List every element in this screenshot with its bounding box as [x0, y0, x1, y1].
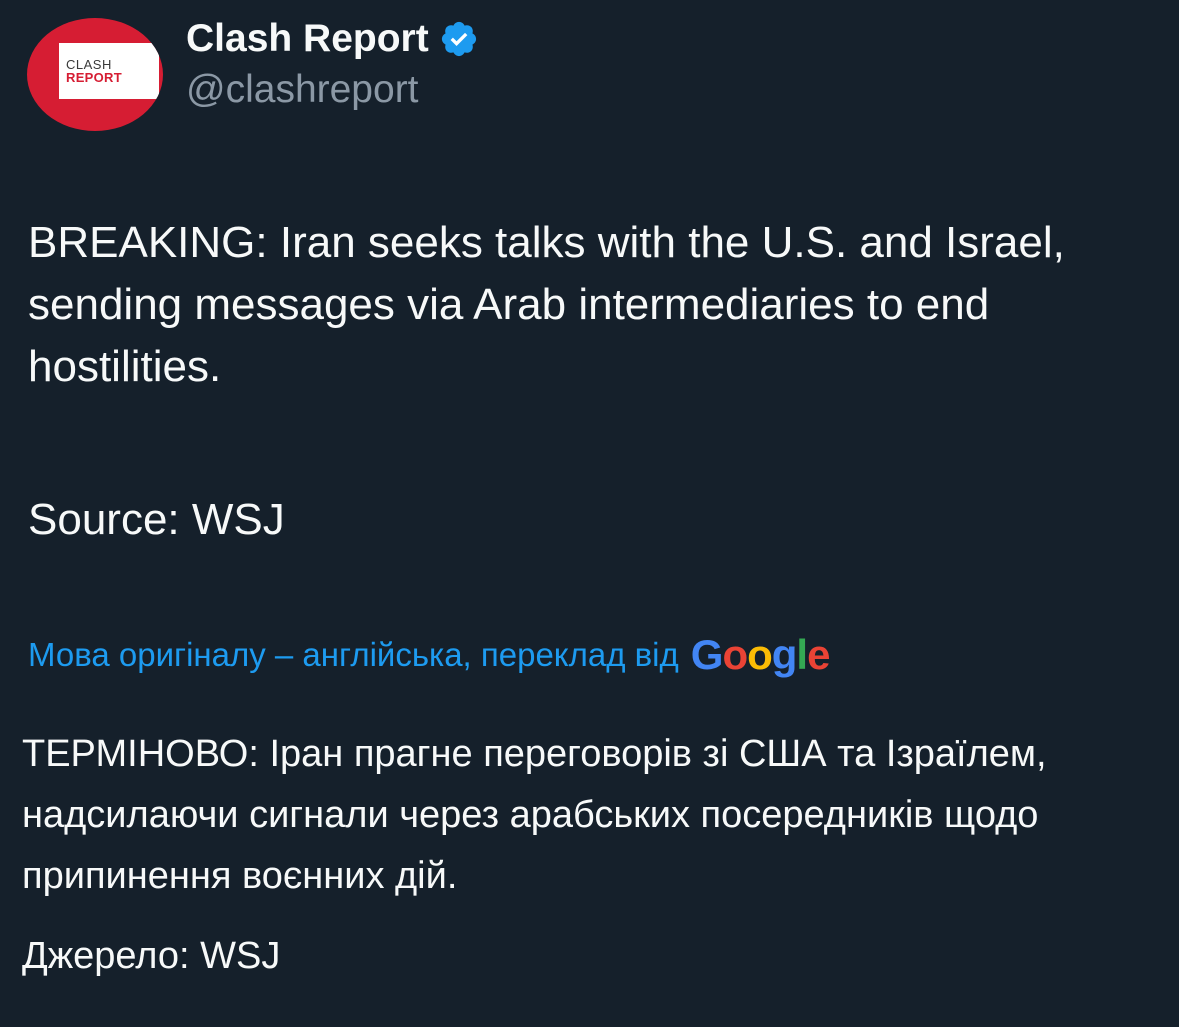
verified-badge-icon[interactable]: [439, 19, 479, 59]
google-logo-letter: G: [690, 631, 724, 678]
google-logo-letter: g: [771, 631, 798, 678]
google-logo-letter: o: [747, 631, 773, 678]
avatar-logo-line2: REPORT: [66, 69, 122, 85]
translation-note: Мова оригіналу – англійська, переклад ві…: [28, 636, 679, 673]
translated-text: ТЕРМІНОВО: Іран прагне переговорів зі СШ…: [22, 733, 1047, 897]
google-logo-letter: e: [807, 631, 830, 678]
tweet-source: Source: WSJ: [28, 495, 285, 544]
google-logo-letter: l: [796, 631, 808, 678]
google-logo: Google: [690, 631, 831, 679]
translated-source: Джерело: WSJ: [22, 935, 281, 977]
avatar-logo: CLASH REPORT: [59, 43, 159, 99]
author-name-row: Clash Report: [186, 14, 479, 64]
google-logo-letter: o: [722, 631, 748, 678]
display-name[interactable]: Clash Report: [186, 17, 429, 61]
translation-attribution[interactable]: Мова оригіналу – англійська, переклад ві…: [28, 630, 831, 680]
tweet-text: BREAKING: Iran seeks talks with the U.S.…: [28, 218, 1065, 391]
avatar-logo-line1: CLASH: [66, 56, 112, 72]
author-handle[interactable]: @clashreport: [186, 68, 419, 112]
avatar[interactable]: CLASH REPORT: [27, 18, 163, 131]
